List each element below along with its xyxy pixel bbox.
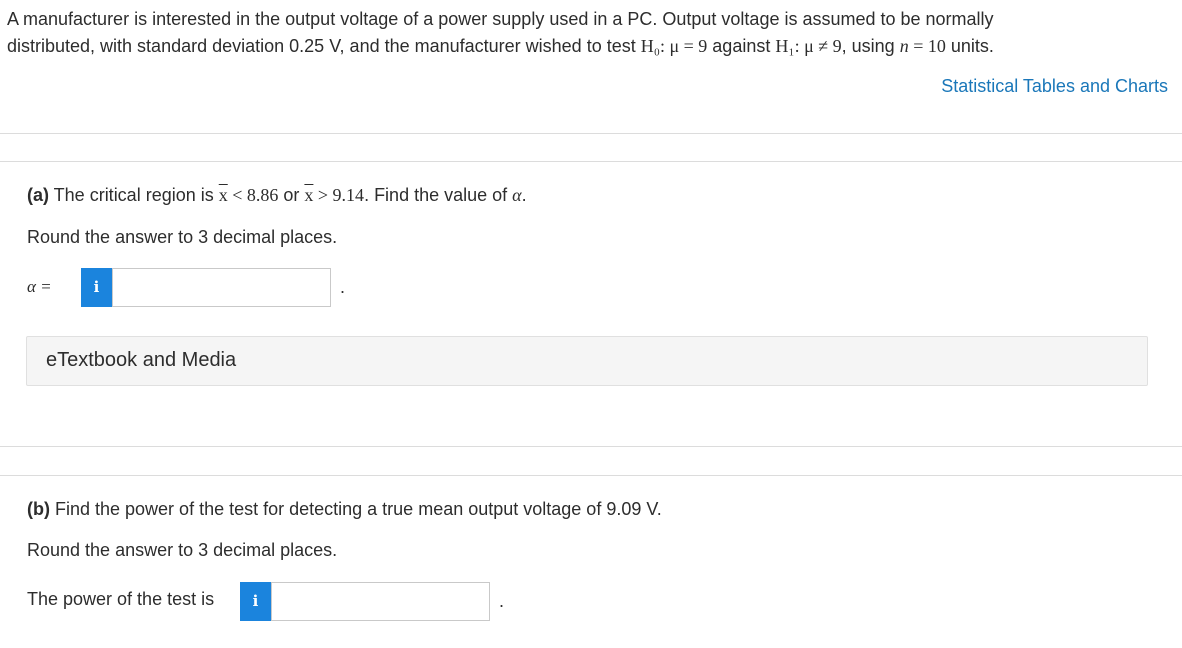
part-b-round-instruction: Round the answer to 3 decimal places. bbox=[27, 540, 338, 560]
part-a-label: (a) bbox=[27, 185, 49, 205]
period: . bbox=[340, 277, 346, 297]
divider bbox=[0, 475, 1182, 476]
etextbook-label: eTextbook and Media bbox=[46, 349, 237, 371]
critical-lower: < 8.86 bbox=[227, 185, 279, 205]
period: . bbox=[499, 591, 505, 611]
problem-text: distributed, with standard deviation 0.2… bbox=[7, 36, 641, 56]
statistical-tables-link[interactable]: Statistical Tables and Charts bbox=[941, 76, 1168, 97]
info-icon[interactable]: i bbox=[81, 268, 112, 307]
problem-statement: A manufacturer is interested in the outp… bbox=[7, 6, 1177, 60]
alpha-answer-input[interactable] bbox=[112, 268, 331, 307]
info-icon[interactable]: i bbox=[240, 582, 271, 621]
power-input-label: The power of the test is bbox=[27, 589, 215, 609]
against-text: against bbox=[707, 36, 776, 56]
part-a-text: The critical region is bbox=[49, 185, 219, 205]
alpha-symbol: α bbox=[512, 185, 522, 205]
sample-size-var: n bbox=[899, 36, 909, 56]
critical-upper: > 9.14 bbox=[313, 185, 365, 205]
sample-size-value: = 10 bbox=[908, 36, 946, 56]
problem-line-2: distributed, with standard deviation 0.2… bbox=[7, 33, 1177, 60]
or-text: or bbox=[278, 185, 305, 205]
find-text: . Find the value of bbox=[364, 185, 513, 205]
divider bbox=[0, 446, 1182, 447]
power-answer-input[interactable] bbox=[271, 582, 490, 621]
part-a-round-instruction: Round the answer to 3 decimal places. bbox=[27, 227, 338, 247]
sentence-end: . bbox=[521, 185, 527, 205]
units-text: units. bbox=[945, 36, 994, 56]
problem-line-1: A manufacturer is interested in the outp… bbox=[7, 9, 994, 29]
divider bbox=[0, 161, 1182, 162]
part-b-label: (b) bbox=[27, 499, 50, 519]
alpha-label-text: α = bbox=[27, 277, 52, 296]
part-a-question: (a) The critical region is x < 8.86 or x… bbox=[27, 185, 527, 206]
xbar-symbol: x bbox=[218, 185, 228, 205]
etextbook-media-button[interactable]: eTextbook and Media bbox=[26, 336, 1148, 386]
using-text: , using bbox=[841, 36, 900, 56]
alpha-input-label: α = bbox=[27, 277, 52, 297]
null-hypothesis: H₀: μ = 9 bbox=[640, 36, 708, 56]
part-b-text: Find the power of the test for detecting… bbox=[49, 499, 662, 519]
alternative-hypothesis: H₁: μ ≠ 9 bbox=[775, 36, 842, 56]
part-b-question: (b) Find the power of the test for detec… bbox=[27, 499, 662, 520]
divider bbox=[0, 133, 1182, 134]
